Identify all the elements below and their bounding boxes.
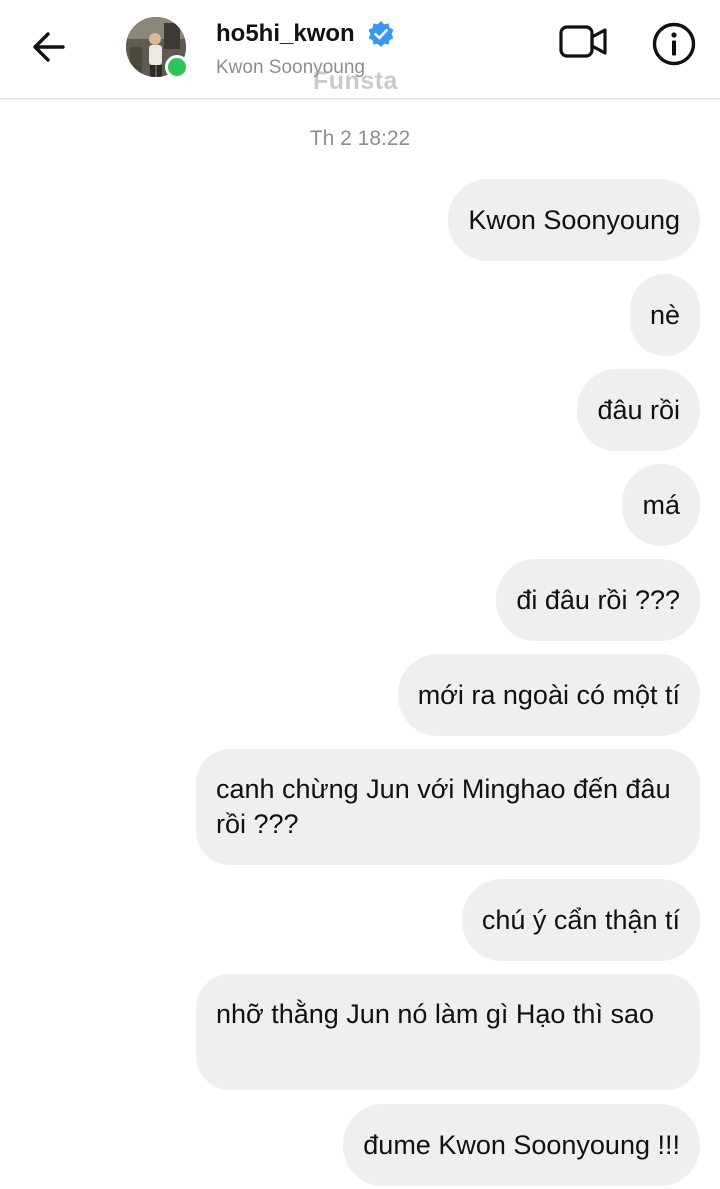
message-bubble[interactable]: Kwon Soonyoung: [448, 179, 700, 261]
message-bubble[interactable]: đume Kwon Soonyoung !!!: [343, 1104, 700, 1186]
message-text: nè: [649, 299, 680, 330]
message-bubble[interactable]: đâu rồi: [577, 369, 700, 451]
message-text: chú ý cẩn thận tí: [481, 904, 680, 935]
message-text: mới ra ngoài có một tí: [417, 679, 680, 710]
message-bubble[interactable]: đi đâu rồi ???: [496, 559, 700, 641]
message-bubble[interactable]: nhỡ thằng Jun nó làm gì Hạo thì sao: [196, 974, 700, 1090]
message-text: đume Kwon Soonyoung !!!: [363, 1129, 680, 1160]
message-text: canh chừng Jun với Minghao đến đâu rồi ?…: [216, 774, 679, 839]
message-bubble[interactable]: mới ra ngoài có một tí: [397, 654, 700, 736]
message-text: Kwon Soonyoung: [468, 204, 680, 235]
message-text: nhỡ thằng Jun nó làm gì Hạo thì sao: [216, 999, 654, 1029]
message-text: đi đâu rồi ???: [516, 584, 680, 615]
message-bubble[interactable]: má: [622, 464, 700, 546]
message-bubble[interactable]: canh chừng Jun với Minghao đến đâu rồi ?…: [196, 749, 700, 865]
message-text: má: [642, 489, 680, 520]
message-text: đâu rồi: [597, 394, 680, 425]
message-list: Kwon Soonyoung nè đâu rồi má đi đâu rồi …: [0, 0, 720, 1189]
message-bubble[interactable]: chú ý cẩn thận tí: [461, 879, 700, 961]
message-bubble[interactable]: nè: [629, 274, 700, 356]
